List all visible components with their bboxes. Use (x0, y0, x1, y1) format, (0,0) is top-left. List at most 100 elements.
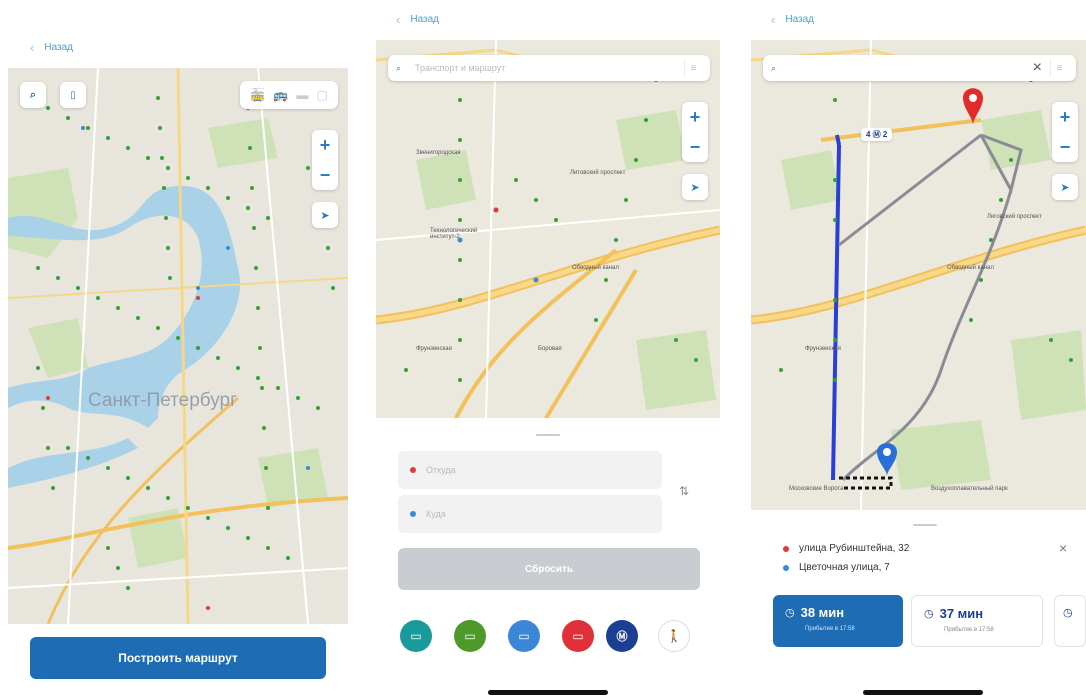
zoom-control: + − (682, 102, 708, 162)
from-input[interactable]: Откуда (426, 465, 456, 475)
menu-icon[interactable]: ≡ (684, 59, 702, 77)
chevron-left-icon: ‹ (396, 12, 401, 27)
bus-mode-button[interactable]: ▭ (454, 620, 486, 652)
from-dot-icon (783, 545, 789, 552)
route-option-card[interactable]: ◷ 38 мин Прибытие в 17:58 (773, 595, 903, 647)
route-duration: 37 мин (939, 606, 984, 621)
location-arrow-icon: ➤ (320, 209, 330, 222)
from-address[interactable]: улица Рубинштейна, 32 (783, 543, 909, 554)
map-label: Боровая (538, 346, 562, 352)
back-button[interactable]: ‹ Назад (396, 12, 439, 27)
map-label: Обводный канал (572, 265, 619, 271)
trolley-toggle-icon[interactable]: ▬ (296, 88, 308, 102)
sheet-handle[interactable] (536, 434, 560, 436)
zoom-out-button[interactable]: − (1052, 132, 1078, 162)
minibus-icon: ▭ (572, 629, 584, 643)
route-duration: 38 мин (800, 605, 845, 620)
search-map-button[interactable]: ⌕ (20, 82, 46, 108)
sheet-handle[interactable] (913, 524, 937, 526)
zoom-in-button[interactable]: + (312, 130, 338, 160)
search-input[interactable]: Транспорт и маршрут (415, 63, 684, 73)
clock-icon: ◷ (1063, 607, 1073, 619)
back-button[interactable]: ‹ Назад (30, 40, 73, 55)
search-icon: ⌕ (29, 88, 37, 101)
bookmark-icon: ▯ (70, 89, 76, 101)
to-field[interactable]: Куда (398, 495, 662, 533)
map-view[interactable]: Литовский проспект Обводный канал Технол… (376, 40, 720, 418)
zoom-in-button[interactable]: + (682, 102, 708, 132)
map-label: Фрунзенская (805, 346, 841, 352)
search-bar[interactable]: ⌕ Транспорт и маршрут ≡ (388, 55, 710, 81)
route-transfer-badge: 4 Ⓜ 2 (861, 128, 893, 141)
city-label: Санкт-Петербург (88, 390, 238, 411)
map-label: Московские Ворота (789, 486, 844, 492)
trolleybus-icon: ▭ (518, 629, 530, 643)
location-arrow-icon: ➤ (690, 181, 700, 194)
walk-icon: 🚶 (666, 629, 682, 643)
zoom-out-button[interactable]: − (312, 160, 338, 190)
clock-icon: ◷ (785, 607, 795, 619)
map-label: Звенигородская (416, 150, 461, 156)
search-icon: ⌕ (771, 62, 777, 73)
search-icon: ⌕ (396, 62, 402, 73)
trolleybus-mode-button[interactable]: ▭ (508, 620, 540, 652)
build-route-button[interactable]: Построить маршрут (30, 637, 326, 679)
route-option-card[interactable]: ◷ 37 мин Прибытие в 17:58 (911, 595, 1043, 647)
locate-button[interactable]: ➤ (312, 202, 338, 228)
map-label: Технологический институт-2 (430, 228, 478, 240)
map-label: Литовский проспект (570, 170, 626, 176)
bus-icon: ▭ (464, 629, 476, 643)
to-dot-icon (783, 564, 789, 571)
locate-button[interactable]: ➤ (682, 174, 708, 200)
map-label: Лиговский проспект (987, 214, 1042, 220)
chevron-left-icon: ‹ (771, 12, 776, 27)
metro-toggle-icon[interactable]: ▢ (317, 88, 328, 102)
location-arrow-icon: ➤ (1060, 181, 1070, 194)
back-label: Назад (785, 14, 814, 25)
clear-icon[interactable]: × (1033, 59, 1042, 77)
tram-toggle-icon[interactable]: 🚋 (250, 88, 265, 102)
screen-route-form: ‹ Назад Литовский проспект Обводный кана… (376, 0, 720, 697)
route-arrival: Прибытие в 17:58 (805, 626, 855, 632)
back-label: Назад (44, 42, 73, 53)
menu-icon[interactable]: ≡ (1050, 59, 1068, 77)
map-label: Фрунзенская (416, 346, 452, 352)
screen-map-overview: ‹ Назад Санкт-Петербург ⌕ ▯ 🚋 🚌 ▬ ▢ + − … (8, 0, 350, 697)
chevron-left-icon: ‹ (30, 40, 35, 55)
map-view[interactable]: 4 Ⓜ 2 Лиговский проспект Обводный канал … (751, 40, 1086, 510)
route-option-card[interactable]: ◷ (1054, 595, 1086, 647)
map-view[interactable]: Санкт-Петербург ⌕ ▯ 🚋 🚌 ▬ ▢ + − ➤ (8, 68, 348, 624)
bus-toggle-icon[interactable]: 🚌 (273, 88, 288, 102)
screen-route-result: ‹ Назад 4 Ⓜ 2 Лиговский проспект Обводны… (751, 0, 1086, 697)
zoom-out-button[interactable]: − (682, 132, 708, 162)
route-arrival: Прибытие в 17:58 (944, 627, 994, 633)
map-label: Обводный канал (947, 265, 994, 271)
metro-mode-button[interactable]: Ⓜ (606, 620, 638, 652)
search-bar[interactable]: ⌕ × ≡ (763, 55, 1076, 81)
back-label: Назад (410, 14, 439, 25)
walk-mode-button[interactable]: 🚶 (658, 620, 690, 652)
to-address-text: Цветочная улица, 7 (799, 562, 890, 573)
tram-mode-button[interactable]: ▭ (400, 620, 432, 652)
from-address-text: улица Рубинштейна, 32 (799, 543, 910, 554)
home-indicator (863, 690, 983, 695)
back-button[interactable]: ‹ Назад (771, 12, 814, 27)
to-address[interactable]: Цветочная улица, 7 (783, 562, 890, 573)
reset-button[interactable]: Сбросить (398, 548, 700, 590)
clock-icon: ◷ (924, 608, 934, 620)
favorites-button[interactable]: ▯ (60, 82, 86, 108)
commercial-bus-mode-button[interactable]: ▭ (562, 620, 594, 652)
zoom-in-button[interactable]: + (1052, 102, 1078, 132)
close-icon[interactable]: × (1059, 540, 1067, 556)
swap-icon[interactable]: ⇅ (679, 484, 689, 498)
tram-icon: ▭ (410, 629, 422, 643)
from-field[interactable]: Откуда (398, 451, 662, 489)
metro-icon: Ⓜ (616, 631, 628, 643)
to-input[interactable]: Куда (426, 509, 446, 519)
map-label: Воздухоплавательный парк (931, 486, 1008, 492)
locate-button[interactable]: ➤ (1052, 174, 1078, 200)
transport-filter[interactable]: 🚋 🚌 ▬ ▢ (240, 81, 338, 109)
zoom-control: + − (312, 130, 338, 190)
from-dot-icon (410, 467, 416, 473)
zoom-control: + − (1052, 102, 1078, 162)
